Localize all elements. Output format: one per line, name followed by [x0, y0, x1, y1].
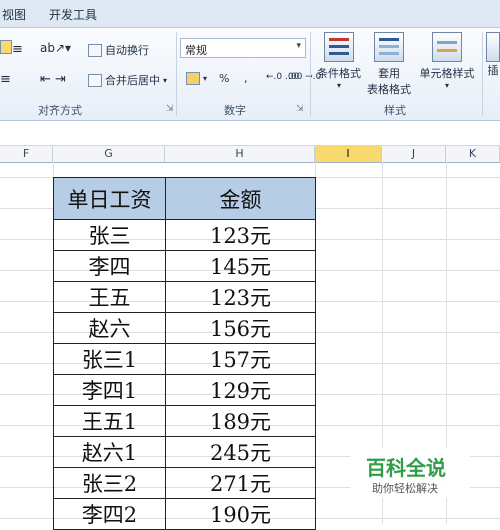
alignment-group-label: 对齐方式 [38, 104, 82, 117]
name-cell[interactable]: 李四2 [53, 498, 166, 530]
table-row: 王五 123元 [53, 281, 316, 313]
table-row: 张三2 271元 [53, 467, 316, 499]
indent-buttons[interactable]: ⇤ ⇥ [40, 72, 66, 87]
menu-view[interactable]: 视图 [2, 6, 26, 23]
percent-label: % [219, 72, 230, 85]
align-left-icon [0, 40, 12, 54]
number-format-value: 常规 [185, 44, 207, 57]
name-cell[interactable]: 张三1 [53, 343, 166, 375]
divider [310, 32, 311, 116]
number-group-label: 数字 [224, 104, 246, 117]
divider [176, 32, 177, 116]
menu-developer[interactable]: 开发工具 [49, 6, 97, 23]
insert-icon [486, 32, 500, 62]
format-as-table-label-2: 表格格式 [367, 83, 411, 96]
chevron-down-icon: ▾ [336, 81, 341, 90]
amount-cell[interactable]: 156元 [165, 312, 316, 344]
menu-bar: 视图 开发工具 [0, 0, 500, 28]
table-row: 张三1 157元 [53, 343, 316, 375]
amount-cell[interactable]: 189元 [165, 405, 316, 437]
conditional-format-button[interactable]: 条件格式 ▾ [314, 32, 364, 90]
name-cell[interactable]: 赵六 [53, 312, 166, 344]
column-header-i[interactable]: I [315, 146, 382, 162]
align-justify-icon: ≡ [12, 42, 23, 57]
indent-icon: ⇤ ⇥ [40, 72, 66, 87]
name-cell[interactable]: 张三2 [53, 467, 166, 499]
column-header-k[interactable]: K [446, 146, 500, 162]
align-justify-button[interactable]: ≡ [12, 42, 23, 57]
conditional-format-label: 条件格式 [317, 67, 361, 80]
orientation-button[interactable]: ab↗▾ [40, 41, 71, 55]
orientation-icon: ab↗▾ [40, 41, 72, 55]
name-cell[interactable]: 王五 [53, 281, 166, 313]
name-cell[interactable]: 赵六1 [53, 436, 166, 468]
align-left-button[interactable] [0, 40, 12, 54]
currency-icon [186, 72, 200, 85]
table-row: 张三 123元 [53, 219, 316, 251]
cell-styles-button[interactable]: 单元格样式 ▾ [416, 32, 478, 90]
alignment-launcher-icon[interactable]: ⇲ [166, 104, 174, 114]
insert-label: 插 [487, 64, 499, 77]
name-cell[interactable]: 张三 [53, 219, 166, 251]
salary-table: 单日工资 金额 张三 123元 李四 145元 王五 123元 赵六 156元 … [53, 177, 316, 530]
merge-center-label: 合并后居中 [105, 74, 160, 87]
divider [482, 32, 483, 116]
chevron-down-icon: ▾ [296, 41, 301, 51]
wrap-text-label: 自动换行 [105, 44, 149, 57]
amount-cell[interactable]: 190元 [165, 498, 316, 530]
chevron-down-icon: ▾ [444, 81, 449, 90]
watermark-logo: 百科全说 [366, 456, 446, 480]
cell-styles-icon [432, 32, 462, 62]
conditional-format-icon [324, 32, 354, 62]
column-header-f[interactable]: F [0, 146, 53, 162]
number-launcher-icon[interactable]: ⇲ [296, 104, 304, 114]
number-format-dropdown[interactable]: 常规 ▾ [180, 38, 306, 58]
format-as-table-button[interactable]: 套用 表格格式 [362, 32, 416, 97]
cell-styles-label: 单元格样式 [419, 67, 475, 80]
amount-cell[interactable]: 129元 [165, 374, 316, 406]
column-header-j[interactable]: J [382, 146, 446, 162]
merge-center-button[interactable]: 合并后居中 ▾ [88, 72, 167, 88]
watermark-subtitle: 助你轻松解决 [372, 482, 438, 495]
table-row: 赵六 156元 [53, 312, 316, 344]
table-row: 李四 145元 [53, 250, 316, 282]
table-row: 李四2 190元 [53, 498, 316, 530]
chevron-down-icon: ▾ [163, 75, 168, 85]
formula-bar-area [0, 121, 500, 146]
table-row: 李四1 129元 [53, 374, 316, 406]
amount-cell[interactable]: 123元 [165, 219, 316, 251]
column-headers: F G H I J K [0, 146, 500, 163]
table-format-icon [374, 32, 404, 62]
amount-cell[interactable]: 271元 [165, 467, 316, 499]
align-right-button[interactable]: ≡ [0, 72, 11, 87]
wrap-text-icon [88, 43, 102, 57]
comma-button[interactable]: , [244, 72, 248, 85]
column-header-h[interactable]: H [165, 146, 315, 162]
header-cell-amount[interactable]: 金额 [165, 177, 316, 220]
merge-center-icon [88, 73, 102, 87]
table-row: 赵六1 245元 [53, 436, 316, 468]
amount-cell[interactable]: 145元 [165, 250, 316, 282]
table-header-row: 单日工资 金额 [53, 177, 316, 220]
styles-group-label: 样式 [384, 104, 406, 117]
ribbon: ≡ ab↗▾ 自动换行 ≡ ⇤ ⇥ 合并后居中 ▾ 对齐方式 ⇲ 常规 ▾ ▾ … [0, 28, 500, 121]
currency-button[interactable]: ▾ [186, 72, 207, 85]
name-cell[interactable]: 李四 [53, 250, 166, 282]
name-cell[interactable]: 王五1 [53, 405, 166, 437]
header-cell-name[interactable]: 单日工资 [53, 177, 166, 220]
amount-cell[interactable]: 245元 [165, 436, 316, 468]
comma-label: , [244, 72, 248, 85]
chevron-down-icon: ▾ [203, 74, 208, 83]
amount-cell[interactable]: 123元 [165, 281, 316, 313]
insert-button[interactable]: 插 [486, 32, 500, 78]
name-cell[interactable]: 李四1 [53, 374, 166, 406]
percent-button[interactable]: % [219, 72, 229, 85]
amount-cell[interactable]: 157元 [165, 343, 316, 375]
format-as-table-label-1: 套用 [378, 67, 400, 80]
table-row: 王五1 189元 [53, 405, 316, 437]
column-header-g[interactable]: G [53, 146, 165, 162]
wrap-text-button[interactable]: 自动换行 [88, 42, 149, 58]
align-right-icon: ≡ [0, 72, 11, 87]
